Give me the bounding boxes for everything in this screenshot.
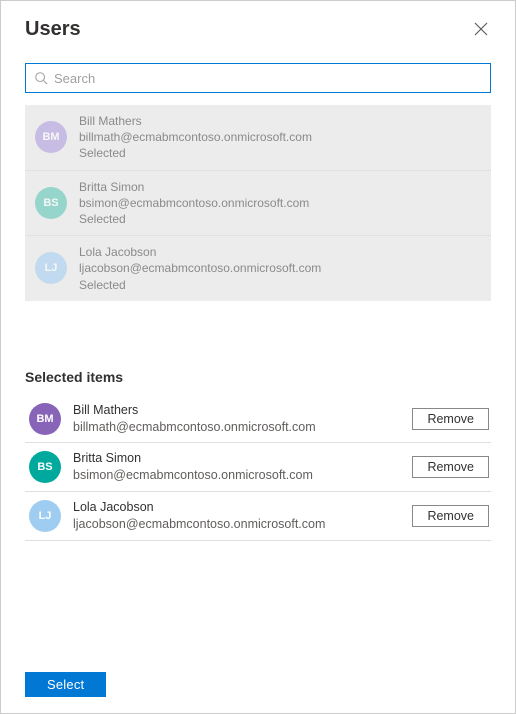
panel-footer: Select (1, 660, 515, 713)
candidate-list: BM Bill Mathers billmath@ecmabmcontoso.o… (25, 105, 491, 301)
selected-email: bsimon@ecmabmcontoso.onmicrosoft.com (73, 467, 400, 484)
candidate-email: bsimon@ecmabmcontoso.onmicrosoft.com (79, 195, 309, 211)
avatar: BS (29, 451, 61, 483)
selected-email: billmath@ecmabmcontoso.onmicrosoft.com (73, 419, 400, 436)
selected-name: Lola Jacobson (73, 499, 400, 516)
search-input[interactable] (54, 68, 482, 88)
close-button[interactable] (467, 15, 495, 43)
avatar: LJ (29, 500, 61, 532)
candidate-name: Britta Simon (79, 179, 309, 195)
selected-name: Bill Mathers (73, 402, 400, 419)
select-button[interactable]: Select (25, 672, 106, 697)
remove-button[interactable]: Remove (412, 505, 489, 527)
avatar: BM (29, 403, 61, 435)
candidate-row[interactable]: BS Britta Simon bsimon@ecmabmcontoso.onm… (25, 170, 491, 236)
selected-email: ljacobson@ecmabmcontoso.onmicrosoft.com (73, 516, 400, 533)
candidate-text: Lola Jacobson ljacobson@ecmabmcontoso.on… (79, 244, 321, 293)
candidate-status: Selected (79, 277, 321, 293)
remove-button[interactable]: Remove (412, 456, 489, 478)
candidate-text: Bill Mathers billmath@ecmabmcontoso.onmi… (79, 113, 312, 162)
selected-list: BM Bill Mathers billmath@ecmabmcontoso.o… (25, 395, 491, 541)
panel-title: Users (25, 18, 81, 41)
remove-button[interactable]: Remove (412, 408, 489, 430)
candidate-status: Selected (79, 145, 312, 161)
selected-text: Bill Mathers billmath@ecmabmcontoso.onmi… (73, 402, 400, 436)
selected-row: BS Britta Simon bsimon@ecmabmcontoso.onm… (25, 443, 491, 492)
candidate-email: billmath@ecmabmcontoso.onmicrosoft.com (79, 129, 312, 145)
selected-row: BM Bill Mathers billmath@ecmabmcontoso.o… (25, 395, 491, 444)
selected-row: LJ Lola Jacobson ljacobson@ecmabmcontoso… (25, 492, 491, 541)
avatar: BM (35, 121, 67, 153)
candidate-text: Britta Simon bsimon@ecmabmcontoso.onmicr… (79, 179, 309, 228)
panel-header: Users (1, 1, 515, 53)
candidate-row[interactable]: BM Bill Mathers billmath@ecmabmcontoso.o… (25, 105, 491, 170)
selected-text: Britta Simon bsimon@ecmabmcontoso.onmicr… (73, 450, 400, 484)
search-box[interactable] (25, 63, 491, 93)
search-icon (34, 71, 48, 85)
users-panel: Users BM Bill Mathers billmath@ecmabmcon… (0, 0, 516, 714)
close-icon (474, 22, 488, 36)
panel-body: BM Bill Mathers billmath@ecmabmcontoso.o… (1, 53, 515, 660)
candidate-name: Bill Mathers (79, 113, 312, 129)
candidate-status: Selected (79, 211, 309, 227)
selected-text: Lola Jacobson ljacobson@ecmabmcontoso.on… (73, 499, 400, 533)
selected-heading: Selected items (25, 369, 491, 385)
avatar: LJ (35, 252, 67, 284)
candidate-name: Lola Jacobson (79, 244, 321, 260)
selected-name: Britta Simon (73, 450, 400, 467)
candidate-row[interactable]: LJ Lola Jacobson ljacobson@ecmabmcontoso… (25, 235, 491, 301)
avatar: BS (35, 187, 67, 219)
candidate-email: ljacobson@ecmabmcontoso.onmicrosoft.com (79, 260, 321, 276)
